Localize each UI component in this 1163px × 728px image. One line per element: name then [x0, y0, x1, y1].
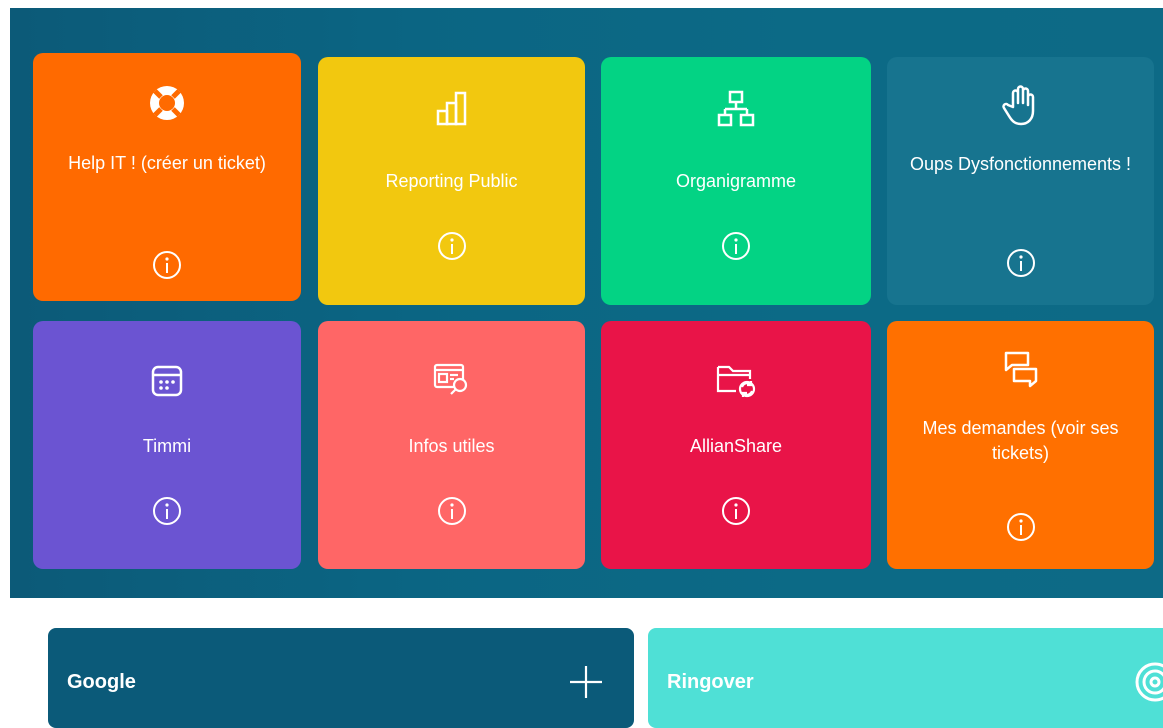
- card-google[interactable]: Google: [48, 628, 634, 728]
- bar-chart-icon: [430, 87, 474, 131]
- tile-label: Reporting Public: [385, 171, 518, 191]
- tile-organigramme[interactable]: Organigramme: [601, 57, 871, 305]
- tile-reporting-public[interactable]: Reporting Public: [318, 57, 585, 305]
- card-ringover[interactable]: Ringover: [648, 628, 1163, 728]
- info-icon[interactable]: [151, 249, 183, 281]
- tile-allianshare[interactable]: AllianShare: [601, 321, 871, 569]
- info-icon[interactable]: [720, 230, 752, 262]
- tile-help-it[interactable]: Help IT ! (créer un ticket): [33, 53, 301, 301]
- tile-label: Mes demandes (voir ses tickets): [922, 418, 1119, 463]
- plus-icon[interactable]: [566, 662, 606, 702]
- folder-sync-icon: [714, 357, 758, 401]
- signal-icon[interactable]: [1123, 662, 1163, 702]
- chat-bubbles-icon: [999, 347, 1043, 391]
- calendar-icon: [145, 359, 189, 403]
- tile-timmi[interactable]: Timmi: [33, 321, 301, 569]
- org-chart-icon: [714, 87, 758, 131]
- card-title: Ringover: [667, 671, 754, 693]
- tile-oups-dysfonctionnements[interactable]: Oups Dysfonctionnements !: [887, 57, 1154, 305]
- hand-icon: [999, 83, 1043, 127]
- tile-label: Infos utiles: [408, 436, 495, 456]
- card-title: Google: [67, 671, 136, 693]
- info-icon[interactable]: [436, 230, 468, 262]
- apps-panel: Help IT ! (créer un ticket) Reporting Pu…: [10, 8, 1163, 598]
- info-icon[interactable]: [1005, 247, 1037, 279]
- web-search-icon: [430, 357, 474, 401]
- info-icon[interactable]: [1005, 511, 1037, 543]
- info-icon[interactable]: [720, 495, 752, 527]
- info-icon[interactable]: [436, 495, 468, 527]
- tile-label: Timmi: [142, 436, 192, 456]
- tile-label: Organigramme: [675, 171, 797, 191]
- tile-mes-demandes[interactable]: Mes demandes (voir ses tickets): [887, 321, 1154, 569]
- lifebuoy-icon: [145, 81, 189, 125]
- info-icon[interactable]: [151, 495, 183, 527]
- tile-label: Help IT ! (créer un ticket): [68, 153, 266, 173]
- tile-label: Oups Dysfonctionnements !: [909, 154, 1132, 174]
- tile-label: AllianShare: [689, 436, 783, 456]
- tile-infos-utiles[interactable]: Infos utiles: [318, 321, 585, 569]
